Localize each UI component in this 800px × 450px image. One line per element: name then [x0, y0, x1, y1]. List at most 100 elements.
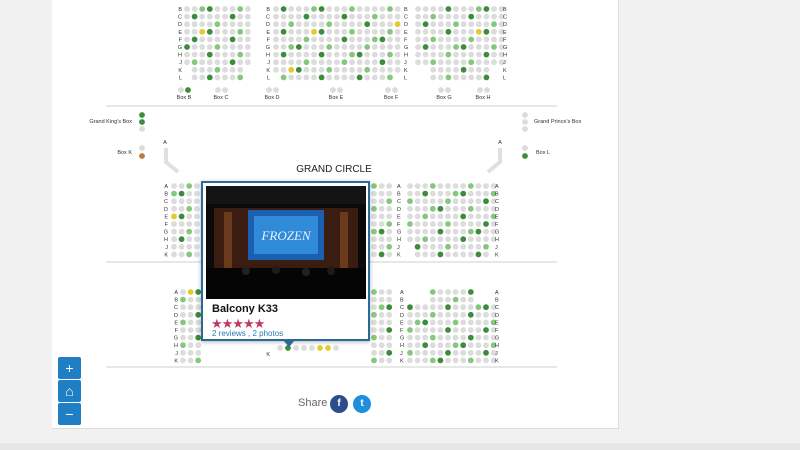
- seat[interactable]: [371, 319, 377, 326]
- seat[interactable]: [437, 36, 444, 43]
- seat[interactable]: [414, 228, 421, 235]
- seat[interactable]: [191, 66, 198, 73]
- seat[interactable]: [180, 334, 186, 341]
- seat[interactable]: [280, 13, 287, 20]
- seat[interactable]: [187, 327, 194, 333]
- seat[interactable]: [206, 13, 213, 20]
- seat[interactable]: [337, 87, 343, 93]
- seat[interactable]: [180, 311, 186, 318]
- seat[interactable]: [467, 319, 474, 326]
- seat[interactable]: [437, 44, 444, 50]
- seat[interactable]: [318, 74, 325, 81]
- seat[interactable]: [475, 44, 482, 50]
- seat[interactable]: [214, 28, 221, 35]
- seat[interactable]: [330, 87, 336, 93]
- seat[interactable]: [371, 349, 377, 356]
- seat[interactable]: [453, 28, 459, 35]
- seat[interactable]: [452, 213, 459, 220]
- seat[interactable]: [460, 357, 467, 364]
- seat[interactable]: [468, 44, 475, 50]
- seat[interactable]: [371, 51, 378, 58]
- seat[interactable]: [193, 183, 200, 189]
- seat[interactable]: [460, 44, 467, 50]
- seat[interactable]: [356, 66, 363, 73]
- seat[interactable]: [180, 319, 186, 326]
- seat[interactable]: [422, 205, 429, 212]
- seat[interactable]: [445, 198, 451, 205]
- seat[interactable]: [295, 28, 302, 35]
- seat[interactable]: [325, 345, 331, 351]
- seat[interactable]: [187, 319, 194, 326]
- seat[interactable]: [139, 153, 145, 159]
- seat[interactable]: [460, 304, 467, 311]
- seat[interactable]: [349, 74, 355, 81]
- seat[interactable]: [341, 6, 348, 12]
- seat[interactable]: [191, 59, 198, 66]
- seat[interactable]: [318, 21, 325, 28]
- seat[interactable]: [460, 228, 467, 235]
- seat[interactable]: [378, 296, 385, 303]
- seat[interactable]: [483, 334, 489, 341]
- seat[interactable]: [237, 51, 244, 58]
- seat[interactable]: [452, 221, 459, 227]
- seat[interactable]: [378, 311, 385, 318]
- seat[interactable]: [371, 28, 378, 35]
- seat[interactable]: [467, 183, 474, 189]
- seat[interactable]: [326, 28, 333, 35]
- seat[interactable]: [483, 59, 490, 66]
- seat[interactable]: [273, 51, 279, 58]
- seat[interactable]: [288, 59, 295, 66]
- seat[interactable]: [295, 74, 302, 81]
- seat[interactable]: [422, 334, 429, 341]
- seat[interactable]: [214, 36, 221, 43]
- seat[interactable]: [171, 198, 177, 205]
- seat[interactable]: [437, 74, 444, 81]
- seat[interactable]: [491, 51, 497, 58]
- seat[interactable]: [178, 243, 185, 250]
- seat[interactable]: [415, 51, 421, 58]
- seat[interactable]: [295, 21, 302, 28]
- seat[interactable]: [237, 66, 244, 73]
- seat[interactable]: [460, 289, 467, 295]
- seat[interactable]: [445, 304, 451, 311]
- seat[interactable]: [437, 59, 444, 66]
- seat[interactable]: [422, 221, 429, 227]
- seat[interactable]: [467, 221, 474, 227]
- seat[interactable]: [483, 357, 489, 364]
- seat[interactable]: [415, 44, 421, 50]
- seat[interactable]: [460, 51, 467, 58]
- seat[interactable]: [483, 183, 489, 189]
- seat[interactable]: [414, 319, 421, 326]
- seat[interactable]: [187, 304, 194, 311]
- seat[interactable]: [429, 228, 436, 235]
- seat[interactable]: [326, 59, 333, 66]
- seat[interactable]: [475, 327, 482, 333]
- seat[interactable]: [379, 28, 386, 35]
- seat[interactable]: [184, 13, 190, 20]
- seat[interactable]: [180, 327, 186, 333]
- seat[interactable]: [422, 36, 429, 43]
- reviews-link[interactable]: 2 reviews: [212, 329, 246, 338]
- seat[interactable]: [379, 21, 386, 28]
- seat[interactable]: [199, 36, 206, 43]
- seat[interactable]: [206, 28, 213, 35]
- seat[interactable]: [326, 36, 333, 43]
- seat[interactable]: [371, 13, 378, 20]
- seat[interactable]: [491, 21, 497, 28]
- seat[interactable]: [199, 44, 206, 50]
- seat[interactable]: [445, 296, 451, 303]
- seat[interactable]: [171, 236, 177, 243]
- seat[interactable]: [222, 59, 228, 66]
- seat[interactable]: [437, 190, 444, 197]
- seat[interactable]: [349, 6, 355, 12]
- seat[interactable]: [445, 319, 451, 326]
- seat[interactable]: [475, 311, 482, 318]
- seat[interactable]: [349, 59, 355, 66]
- seat[interactable]: [187, 296, 194, 303]
- seat[interactable]: [468, 28, 475, 35]
- seat[interactable]: [414, 198, 421, 205]
- seat[interactable]: [386, 296, 393, 303]
- seat[interactable]: [303, 28, 310, 35]
- seat[interactable]: [303, 59, 310, 66]
- seat[interactable]: [437, 319, 444, 326]
